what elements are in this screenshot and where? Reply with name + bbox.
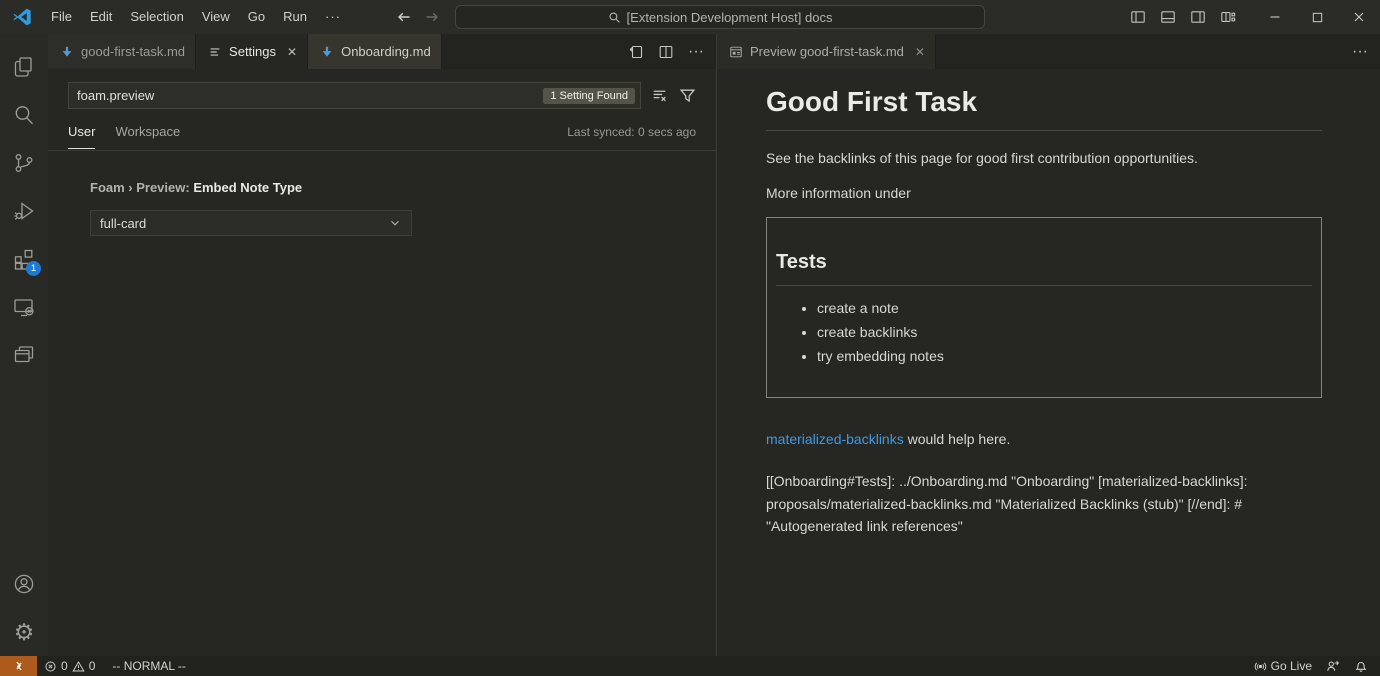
- toggle-primary-sidebar-icon[interactable]: [1130, 9, 1146, 25]
- scope-tab-workspace[interactable]: Workspace: [115, 115, 180, 148]
- minimize-button[interactable]: [1254, 0, 1296, 34]
- setting-embed-note-type: Foam › Preview: Embed Note Type full-car…: [90, 180, 716, 236]
- extensions-icon[interactable]: 1: [0, 235, 48, 283]
- close-tab-icon[interactable]: ✕: [915, 45, 925, 59]
- errors-count: 0: [61, 659, 68, 673]
- menu-edit[interactable]: Edit: [81, 0, 121, 34]
- activity-bar: 1 ⚙: [0, 34, 48, 656]
- list-item: create a note: [817, 300, 1312, 316]
- run-debug-icon[interactable]: [0, 187, 48, 235]
- remote-indicator[interactable]: [0, 656, 37, 676]
- search-view-icon[interactable]: [0, 91, 48, 139]
- tab-preview-good-first-task[interactable]: Preview good-first-task.md ✕: [717, 34, 936, 69]
- setting-category: Foam › Preview:: [90, 180, 193, 195]
- select-value: full-card: [100, 216, 146, 231]
- link-suffix-text: would help here.: [904, 431, 1011, 447]
- more-actions-icon[interactable]: ···: [688, 43, 704, 61]
- settings-gear-icon[interactable]: ⚙: [0, 608, 48, 656]
- live-share-button[interactable]: [1319, 656, 1347, 676]
- close-tab-icon[interactable]: ✕: [287, 45, 297, 59]
- extensions-badge: 1: [26, 261, 41, 276]
- menu-run[interactable]: Run: [274, 0, 316, 34]
- preview-paragraph: More information under: [766, 185, 1350, 201]
- setting-name: Embed Note Type: [193, 180, 302, 195]
- embedded-note-card: Tests create a note create backlinks try…: [766, 217, 1322, 398]
- vim-mode-indicator: -- NORMAL --: [102, 656, 193, 676]
- tab-good-first-task[interactable]: good-first-task.md: [48, 34, 196, 69]
- settings-search-input[interactable]: [69, 88, 543, 103]
- warnings-icon: [72, 660, 85, 673]
- menu-view[interactable]: View: [193, 0, 239, 34]
- editor-group-left: good-first-task.md Settings ✕ Onboarding…: [48, 34, 716, 656]
- list-item: create backlinks: [817, 324, 1312, 340]
- more-actions-icon[interactable]: ···: [1352, 43, 1368, 61]
- embed-note-type-select[interactable]: full-card: [90, 210, 412, 236]
- vscode-logo: [12, 7, 32, 27]
- link-references-text: [[Onboarding#Tests]: ../Onboarding.md "O…: [766, 470, 1341, 538]
- scope-tab-user[interactable]: User: [68, 115, 95, 149]
- source-control-icon[interactable]: [0, 139, 48, 187]
- settings-search-box[interactable]: 1 Setting Found: [68, 82, 641, 109]
- tests-list: create a note create backlinks try embed…: [776, 300, 1312, 364]
- explorer-icon[interactable]: [0, 43, 48, 91]
- close-window-button[interactable]: [1338, 0, 1380, 34]
- markdown-preview-icon: [729, 45, 743, 59]
- tab-label: Preview good-first-task.md: [750, 44, 904, 59]
- filter-settings-icon[interactable]: [679, 87, 696, 104]
- sync-status: Last synced: 0 secs ago: [567, 125, 696, 139]
- broadcast-icon: [1254, 660, 1267, 673]
- tab-settings[interactable]: Settings ✕: [196, 34, 308, 69]
- problems-indicator[interactable]: 0 0: [37, 656, 102, 676]
- editor-group-right: Preview good-first-task.md ✕ ··· Good Fi…: [716, 34, 1380, 656]
- tab-label: Onboarding.md: [341, 44, 431, 59]
- go-back-icon[interactable]: [396, 9, 412, 25]
- customize-layout-icon[interactable]: [1220, 9, 1236, 25]
- warnings-count: 0: [89, 659, 96, 673]
- menu-more[interactable]: ···: [316, 0, 350, 34]
- menu-go[interactable]: Go: [239, 0, 274, 34]
- notifications-button[interactable]: [1347, 656, 1380, 676]
- list-item: try embedding notes: [817, 348, 1312, 364]
- tab-label: good-first-task.md: [81, 44, 185, 59]
- command-center-title: [Extension Development Host] docs: [627, 10, 833, 25]
- bell-icon: [1354, 659, 1368, 673]
- markdown-file-icon: [320, 45, 334, 59]
- go-live-button[interactable]: Go Live: [1247, 656, 1319, 676]
- split-editor-icon[interactable]: [658, 44, 674, 60]
- settings-list-icon: [208, 45, 222, 59]
- menu-file[interactable]: File: [42, 0, 81, 34]
- menu-bar: File Edit Selection View Go Run ···: [42, 0, 350, 34]
- command-center-search[interactable]: [Extension Development Host] docs: [455, 5, 985, 29]
- accounts-icon[interactable]: [0, 560, 48, 608]
- maximize-button[interactable]: [1296, 0, 1338, 34]
- preview-title: Good First Task: [766, 86, 1322, 131]
- settings-scope-tabs: User Workspace Last synced: 0 secs ago: [48, 113, 716, 151]
- right-tab-bar: Preview good-first-task.md ✕ ···: [717, 34, 1380, 69]
- tab-label: Settings: [229, 44, 276, 59]
- toggle-panel-icon[interactable]: [1160, 9, 1176, 25]
- materialized-backlinks-link[interactable]: materialized-backlinks: [766, 431, 904, 447]
- preview-paragraph: See the backlinks of this page for good …: [766, 150, 1350, 166]
- status-bar: 0 0 -- NORMAL -- Go Live: [0, 656, 1380, 676]
- open-settings-json-icon[interactable]: [628, 44, 644, 60]
- go-live-label: Go Live: [1271, 659, 1312, 673]
- windows-stack-icon[interactable]: [0, 331, 48, 379]
- title-bar: File Edit Selection View Go Run ··· [Ext…: [0, 0, 1380, 34]
- share-person-icon: [1326, 659, 1340, 673]
- embedded-note-heading: Tests: [776, 251, 1312, 286]
- search-icon: [608, 11, 621, 24]
- chevron-down-icon: [388, 216, 402, 230]
- left-tab-bar: good-first-task.md Settings ✕ Onboarding…: [48, 34, 716, 69]
- markdown-file-icon: [60, 45, 74, 59]
- tab-onboarding[interactable]: Onboarding.md: [308, 34, 442, 69]
- settings-found-badge: 1 Setting Found: [543, 88, 635, 104]
- toggle-secondary-sidebar-icon[interactable]: [1190, 9, 1206, 25]
- settings-editor: 1 Setting Found User Workspace Last: [48, 69, 716, 656]
- go-forward-icon[interactable]: [424, 9, 440, 25]
- errors-icon: [44, 660, 57, 673]
- clear-settings-search-icon[interactable]: [651, 87, 668, 104]
- markdown-preview-pane: Good First Task See the backlinks of thi…: [717, 69, 1380, 656]
- menu-selection[interactable]: Selection: [121, 0, 192, 34]
- remote-explorer-icon[interactable]: [0, 283, 48, 331]
